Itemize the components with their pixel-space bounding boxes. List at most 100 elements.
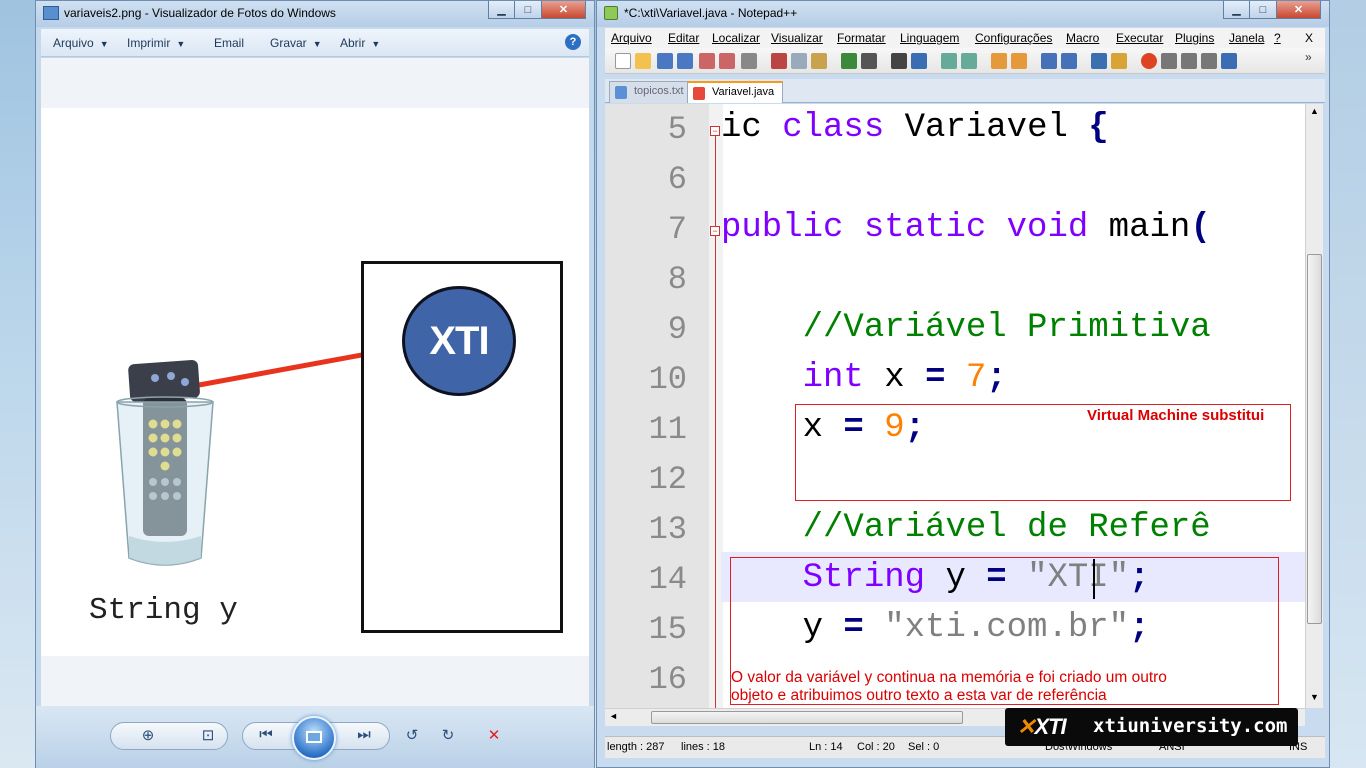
menu-plugins[interactable]: Plugins [1175,31,1214,45]
open-file-icon[interactable] [635,53,651,69]
menu-linguagem[interactable]: Linguagem [900,31,959,45]
scroll-down-icon[interactable]: ▼ [1310,692,1319,702]
viewer-window-buttons: ▁ □ ✕ [488,1,586,19]
menu-imprimir[interactable]: Imprimir ▼ [127,36,185,50]
minimize-icon[interactable]: ▁ [488,1,515,19]
cut-icon[interactable] [771,53,787,69]
undo-icon[interactable] [841,53,857,69]
run-macro-multiple-icon[interactable] [1201,53,1217,69]
line-number: 15 [648,611,687,648]
reference-annotation-line2: objeto e atribuimos outro texto a esta v… [731,687,1107,704]
menu-janela[interactable]: Janela [1229,31,1264,45]
close-file-icon[interactable] [699,53,715,69]
menu-email[interactable]: Email [214,36,244,50]
menu-abrir-label: Abrir [340,36,366,50]
code-line: ic class Variavel { [721,109,1109,147]
slideshow-button[interactable] [292,716,336,760]
fold-toggle-icon[interactable]: − [710,226,720,236]
word-wrap-icon[interactable] [1041,53,1057,69]
new-file-icon[interactable] [615,53,631,69]
menu-arquivo[interactable]: Arquivo ▼ [53,36,109,50]
fold-toggle-icon[interactable]: − [710,126,720,136]
line-number: 13 [648,511,687,548]
close-all-icon[interactable] [719,53,735,69]
status-lines: lines : 18 [681,741,726,753]
save-icon[interactable] [657,53,673,69]
horizontal-scroll-thumb[interactable] [651,711,963,724]
menu-gravar[interactable]: Gravar ▼ [270,36,322,50]
slideshow-icon [306,731,322,743]
menu-abrir[interactable]: Abrir ▼ [340,36,380,50]
close-icon[interactable]: ✕ [1277,1,1321,19]
sync-horizontal-icon[interactable] [1011,53,1027,69]
vm-annotation-text: Virtual Machine substitui [1087,407,1265,424]
minimize-icon[interactable]: ▁ [1223,1,1250,19]
play-macro-icon[interactable] [1181,53,1197,69]
save-macro-icon[interactable] [1221,53,1237,69]
scroll-left-icon[interactable]: ◄ [609,711,618,721]
show-all-chars-icon[interactable] [1061,53,1077,69]
scroll-up-icon[interactable]: ▲ [1310,106,1319,116]
close-icon[interactable]: ✕ [542,1,586,19]
vertical-scrollbar[interactable]: ▲ ▼ [1305,104,1323,708]
maximize-icon[interactable]: □ [515,1,542,19]
viewer-titlebar[interactable]: variaveis2.png - Visualizador de Fotos d… [36,1,594,27]
indent-guide-icon[interactable] [1091,53,1107,69]
zoom-icon[interactable]: ⊕ [136,726,160,744]
menu-editar[interactable]: Editar [668,31,699,45]
rotate-left-icon[interactable]: ↺ [400,726,424,744]
menu-arquivo[interactable]: Arquivo [611,31,652,45]
previous-icon[interactable]: ⏮ [254,726,278,743]
print-icon[interactable] [741,53,757,69]
status-column: Col : 20 [857,741,895,753]
npp-titlebar[interactable]: *C:\xti\Variavel.java - Notepad++ ▁ □ ✕ [597,1,1329,27]
copy-icon[interactable] [791,53,807,69]
maximize-icon[interactable]: □ [1250,1,1277,19]
help-icon[interactable]: ? [565,34,581,50]
menu-imprimir-label: Imprimir [127,36,171,50]
next-icon[interactable]: ⏭ [352,726,376,743]
npp-window-buttons: ▁ □ ✕ [1223,1,1321,19]
chevron-down-icon: ▼ [371,39,381,49]
zoom-in-icon[interactable] [941,53,957,69]
sync-vertical-icon[interactable] [991,53,1007,69]
menu-formatar[interactable]: Formatar [837,31,886,45]
line-number: 9 [667,311,687,348]
chevron-down-icon: ▼ [176,39,186,49]
rotate-right-icon[interactable]: ↻ [436,726,460,744]
stop-macro-icon[interactable] [1161,53,1177,69]
find-icon[interactable] [891,53,907,69]
code-line: //Variável Primitiva [802,309,1211,347]
chevron-down-icon: ▼ [312,39,322,49]
paste-icon[interactable] [811,53,827,69]
replace-icon[interactable] [911,53,927,69]
close-document-icon[interactable]: X [1305,31,1313,45]
tab-variavel-java[interactable]: Variavel.java [687,81,784,103]
menu-configuracoes[interactable]: Configurações [975,31,1052,45]
status-line: Ln : 14 [809,741,843,753]
brand-url: xtiuniversity.com [1093,715,1288,737]
tab-topicos-label: topicos.txt [634,85,684,97]
menu-visualizar[interactable]: Visualizar [771,31,823,45]
save-all-icon[interactable] [677,53,693,69]
record-macro-icon[interactable] [1141,53,1157,69]
code-line: int x = 7; [802,359,1007,397]
toolbar-overflow-icon[interactable]: » [1305,50,1312,64]
redo-icon[interactable] [861,53,877,69]
line-number: 14 [648,561,687,598]
npp-menubar: Arquivo Editar Localizar Visualizar Form… [605,28,1325,48]
fit-to-window-icon[interactable]: ⊡ [196,726,220,744]
delete-icon[interactable]: ✕ [482,726,506,744]
zoom-out-icon[interactable] [961,53,977,69]
unsaved-file-icon [693,87,705,100]
menu-help[interactable]: ? [1274,31,1281,45]
line-number: 5 [667,111,687,148]
menu-executar[interactable]: Executar [1116,31,1163,45]
vertical-scroll-thumb[interactable] [1307,254,1322,624]
language-icon[interactable] [1111,53,1127,69]
npp-toolbar: » [605,48,1325,74]
xti-logo-text: XTI [1034,714,1066,739]
menu-localizar[interactable]: Localizar [712,31,760,45]
tab-topicos[interactable]: topicos.txt [609,81,693,103]
menu-macro[interactable]: Macro [1066,31,1099,45]
